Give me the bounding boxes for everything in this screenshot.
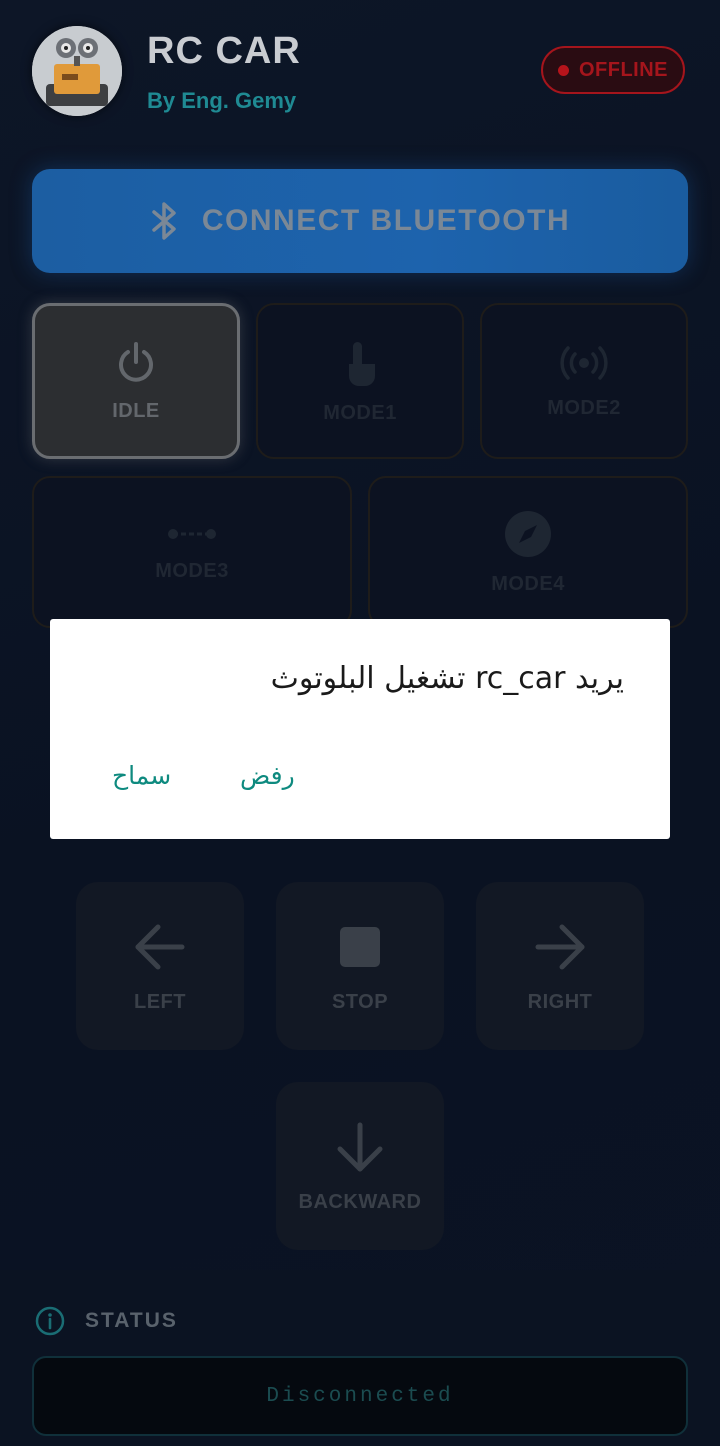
connection-status-badge: OFFLINE [541,46,685,94]
arrow-left-icon [135,924,185,969]
bluetooth-permission-dialog: يريد rc_car تشغيل البلوتوث رفض سماح [50,619,670,839]
arrow-down-icon [337,1122,383,1171]
mode4-card[interactable]: MODE4 [368,476,688,628]
mode1-card[interactable]: MODE1 [256,303,464,459]
deny-button[interactable]: رفض [240,761,295,790]
status-message-box: Disconnected [32,1356,688,1436]
allow-button[interactable]: سماح [112,761,171,790]
stop-button[interactable]: STOP [276,882,444,1050]
left-button[interactable]: LEFT [76,882,244,1050]
status-badge-label: OFFLINE [578,58,669,81]
mode-label: MODE1 [323,401,397,424]
line-follow-icon [168,528,216,539]
status-heading-row: STATUS [35,1306,178,1336]
arrow-right-icon [535,924,585,969]
status-heading: STATUS [85,1309,178,1332]
touch-icon [349,341,375,386]
mode-label: MODE4 [491,572,565,595]
robot-avatar-icon [32,26,122,116]
connect-bluetooth-label: CONNECT BLUETOOTH [201,204,571,237]
broadcast-icon [560,345,608,380]
info-icon [35,1306,65,1336]
mode-label: MODE3 [155,559,229,582]
backward-button[interactable]: BACKWARD [276,1082,444,1250]
stop-icon [340,926,380,967]
status-message: Disconnected [266,1384,454,1408]
stop-label: STOP [331,990,389,1013]
power-icon [119,341,153,382]
dialog-message: يريد rc_car تشغيل البلوتوث [270,661,624,696]
mode3-card[interactable]: MODE3 [32,476,352,628]
mode-idle-card[interactable]: IDLE [32,303,240,459]
mode-label: MODE2 [547,396,621,419]
app-title: RC CAR [147,30,301,72]
right-label: RIGHT [527,990,593,1013]
app-subtitle: By Eng. Gemy [147,88,297,113]
backward-label: BACKWARD [298,1190,422,1213]
mode-label: IDLE [112,399,160,422]
app-screen: RC CAR By Eng. Gemy OFFLINE CONNECT BLUE… [0,0,720,1446]
left-label: LEFT [134,990,186,1013]
right-button[interactable]: RIGHT [476,882,644,1050]
bluetooth-icon [152,202,176,240]
connect-bluetooth-button[interactable]: CONNECT BLUETOOTH [32,169,688,273]
compass-icon [505,510,551,557]
status-dot-icon [557,64,569,76]
mode2-card[interactable]: MODE2 [480,303,688,459]
